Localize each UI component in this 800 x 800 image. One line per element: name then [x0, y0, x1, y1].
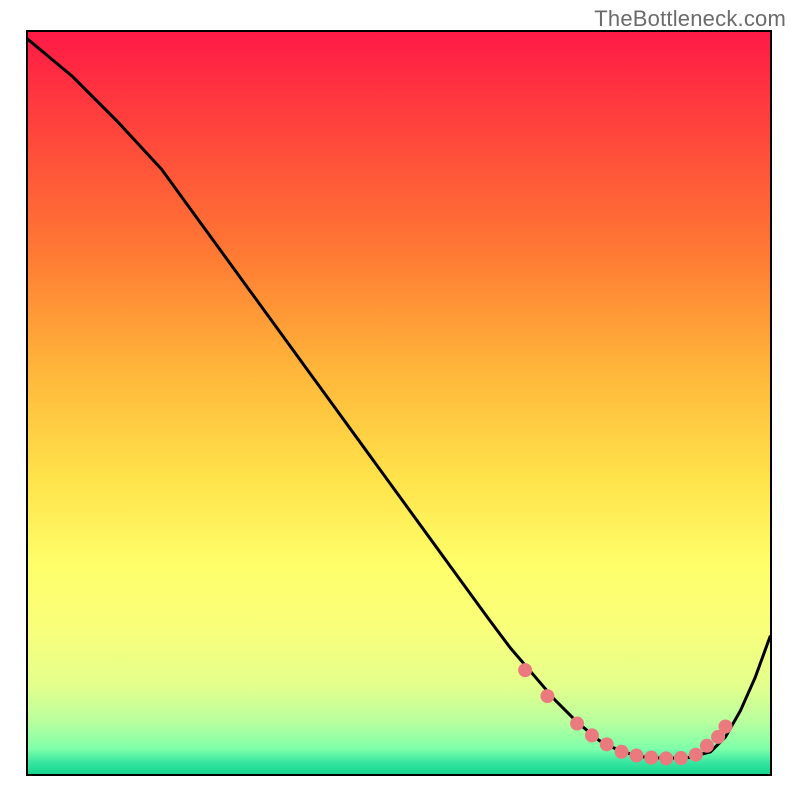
- marker-dot: [615, 745, 629, 759]
- marker-dot: [659, 751, 673, 765]
- chart-canvas: [28, 32, 770, 774]
- marker-dot: [644, 751, 658, 765]
- chart-frame: TheBottleneck.com: [0, 0, 800, 800]
- marker-dot: [689, 748, 703, 762]
- attribution-text: TheBottleneck.com: [594, 6, 786, 32]
- marker-dot: [674, 751, 688, 765]
- marker-dot: [629, 748, 643, 762]
- marker-dot: [570, 717, 584, 731]
- marker-dot: [700, 739, 714, 753]
- marker-dot: [585, 728, 599, 742]
- marker-dot: [540, 689, 554, 703]
- marker-dot: [718, 720, 732, 734]
- marker-dot: [600, 737, 614, 751]
- marker-dot: [518, 663, 532, 677]
- plot-area: [26, 30, 772, 776]
